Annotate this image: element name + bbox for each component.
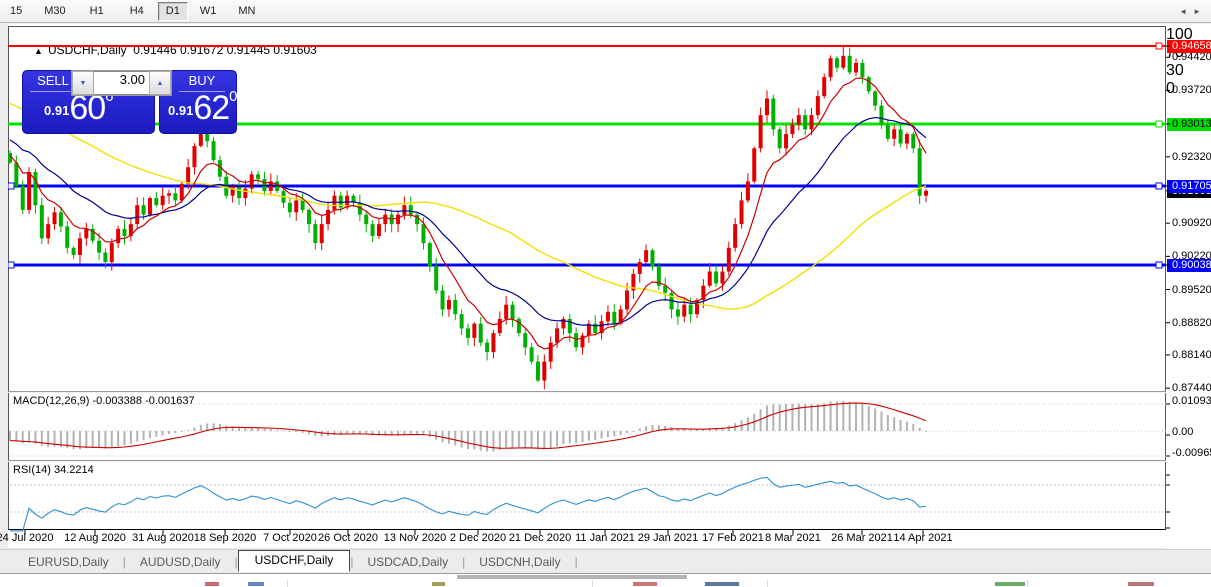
background-scrollbar-thumb	[457, 575, 687, 579]
price-level-badge: 0.91705	[1167, 180, 1211, 193]
ma-mid-line	[10, 118, 926, 326]
price-axis-label: 0.87440	[1172, 382, 1211, 394]
chart-tab-audusd[interactable]: AUDUSD,Daily	[126, 553, 235, 571]
buy-price-sup: 0	[229, 88, 237, 105]
tab-separator: |	[575, 555, 578, 569]
sell-price-small: 0.91	[44, 103, 69, 118]
collapse-arrow-icon[interactable]: ▲	[34, 46, 43, 56]
date-axis-label: 26 Oct 2020	[318, 532, 378, 544]
line-handle[interactable]	[1156, 183, 1162, 189]
rsi-axis-label: 30	[1166, 62, 1211, 80]
date-axis-label: 21 Dec 2020	[509, 532, 571, 544]
date-axis-label: 26 Mar 2021	[831, 532, 893, 544]
line-handle[interactable]	[8, 262, 14, 268]
line-handle[interactable]	[1156, 43, 1162, 49]
price-level-badge: 0.90038	[1167, 259, 1211, 272]
price-axis[interactable]: 0.944200.937200.923200.909200.902200.895…	[1166, 26, 1211, 554]
date-axis-label: 24 Jul 2020	[0, 532, 53, 544]
macd-panel-separator[interactable]	[8, 391, 1211, 393]
date-axis-label: 31 Aug 2020	[132, 532, 194, 544]
ma-slow-line	[10, 103, 926, 309]
macd-histogram	[9, 401, 927, 451]
price-axis-label: 0.89520	[1172, 284, 1211, 296]
one-click-trading-panel: SELL BUY ▼ 3.00 ▲ 0.91606 0.91620	[22, 70, 237, 134]
chart-tab-eurusd[interactable]: EURUSD,Daily	[14, 553, 123, 571]
lot-increase-button[interactable]: ▲	[149, 71, 171, 95]
date-axis-label: 29 Jan 2021	[638, 532, 699, 544]
date-axis-label: 14 Apr 2021	[893, 532, 952, 544]
chart-ohlc-values: 0.91446 0.91672 0.91445 0.91603	[133, 43, 317, 57]
price-axis-label: 0.88820	[1172, 317, 1211, 329]
timeframe-button-w1[interactable]: W1	[192, 2, 225, 21]
line-handle[interactable]	[8, 183, 14, 189]
chart-window: ▲ USDCHF,Daily 0.91446 0.91672 0.91445 0.…	[8, 24, 1211, 548]
buy-price[interactable]: 0.91620	[168, 88, 237, 128]
date-axis-label: 18 Sep 2020	[194, 532, 256, 544]
mt4-application: 15 M30 H1 H4 D1W1 MN ▲ USDCHF,Daily 0.91446 0.…	[0, 0, 1211, 587]
date-axis-label: 11 Jan 2021	[575, 532, 635, 544]
timeframe-button-m30[interactable]: M30	[36, 2, 73, 21]
price-axis-label: 0.92320	[1172, 151, 1211, 163]
line-handle[interactable]	[1156, 262, 1162, 268]
timeframe-button-h4[interactable]: H4	[122, 2, 152, 21]
buy-price-big: 62	[193, 89, 229, 127]
chart-tab-bar: EURUSD,Daily|AUDUSD,Daily|USDCHF,Daily|U…	[0, 549, 1211, 573]
price-axis-label: 0.93720	[1172, 84, 1211, 96]
macd-axis-label: -0.009653	[1172, 447, 1211, 459]
chart-symbol-label: USDCHF,Daily	[48, 43, 127, 57]
price-axis-label: 0.88140	[1172, 349, 1211, 361]
tab-scroll-left-icon[interactable]: ◄	[1179, 7, 1193, 16]
price-axis-label: 0.94420	[1172, 51, 1211, 63]
chart-tab-usdcad[interactable]: USDCAD,Daily	[353, 553, 462, 571]
date-axis-label: 17 Feb 2021	[702, 532, 764, 544]
lot-decrease-button[interactable]: ▼	[72, 71, 94, 95]
macd-axis-label: 0.010933	[1172, 395, 1211, 407]
background-window-sliver	[0, 573, 1211, 587]
macd-axis-label: 0.00	[1172, 426, 1193, 438]
chart-title: ▲ USDCHF,Daily 0.91446 0.91672 0.91445 0.…	[14, 29, 317, 71]
timeframe-button-d1[interactable]: D1	[158, 2, 188, 21]
macd-label: MACD(12,26,9) -0.003388 -0.001637	[13, 395, 195, 407]
rsi-line	[10, 477, 926, 531]
lot-size-input[interactable]: 3.00	[94, 71, 149, 95]
rsi-label: RSI(14) 34.2214	[13, 464, 94, 476]
price-level-badge: 0.93013	[1167, 118, 1211, 131]
date-axis-label: 7 Oct 2020	[263, 532, 317, 544]
timeframe-button-mn[interactable]: MN	[230, 2, 263, 21]
line-handle[interactable]	[1156, 121, 1162, 127]
chart-tab-usdchf[interactable]: USDCHF,Daily	[238, 550, 351, 572]
timeframe-toolbar: 15 M30 H1 H4 D1W1 MN	[0, 0, 1211, 23]
price-level-badge: 0.94658	[1167, 40, 1211, 53]
chart-tab-usdcnh[interactable]: USDCNH,Daily	[465, 553, 574, 571]
date-axis-label: 13 Nov 2020	[384, 532, 446, 544]
date-axis-label: 12 Aug 2020	[64, 532, 126, 544]
tab-scroll-right-icon[interactable]: ►	[1193, 7, 1207, 16]
price-axis-label: 0.90920	[1172, 217, 1211, 229]
rsi-panel-separator[interactable]	[8, 460, 1211, 462]
date-axis-label: 2 Dec 2020	[450, 532, 506, 544]
timeframe-button-15[interactable]: 15	[2, 2, 30, 21]
tab-scroll-arrows[interactable]: ◄►	[1179, 7, 1207, 16]
buy-price-small: 0.91	[168, 103, 193, 118]
macd-signal-line	[10, 403, 926, 448]
date-axis-label: 8 Mar 2021	[765, 532, 821, 544]
timeframe-button-h1[interactable]: H1	[82, 2, 112, 21]
lot-size-spinner: ▼ 3.00 ▲	[71, 70, 172, 96]
